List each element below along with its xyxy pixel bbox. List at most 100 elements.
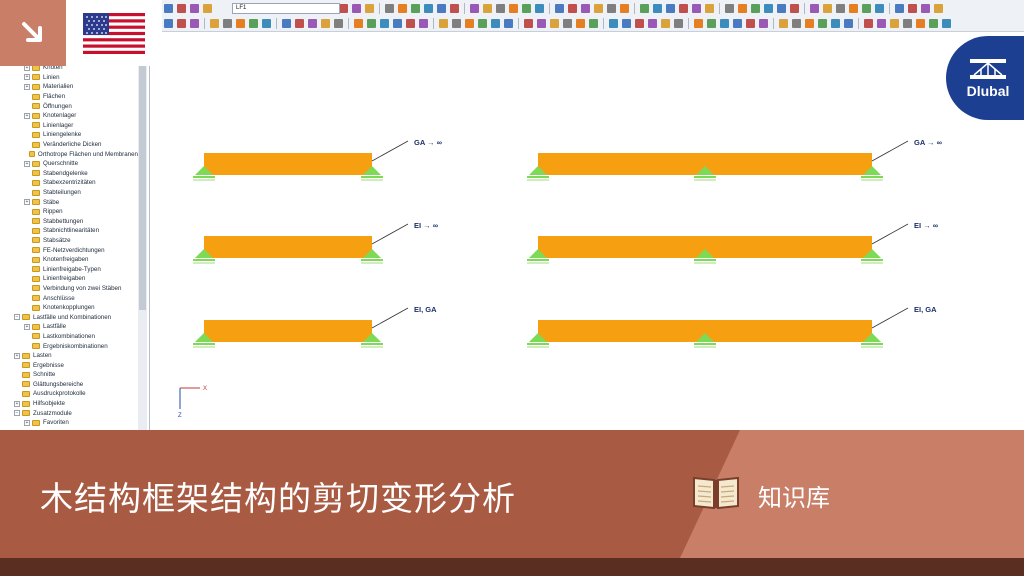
toolbar-button-icon[interactable] <box>496 4 505 13</box>
toolbar-button-icon[interactable] <box>733 19 742 28</box>
toolbar-button-icon[interactable] <box>620 4 629 13</box>
navigator-item[interactable]: Liniengelenke <box>0 130 138 140</box>
toolbar-button-icon[interactable] <box>524 19 533 28</box>
navigator-item[interactable]: FE-Netzverdichtungen <box>0 245 138 255</box>
navigator-item[interactable]: + Querschnitte <box>0 159 138 169</box>
toolbar-button-icon[interactable] <box>535 4 544 13</box>
toolbar-button-icon[interactable] <box>164 19 173 28</box>
navigator-item[interactable]: + Knotenlager <box>0 111 138 121</box>
tree-expander-icon[interactable]: + <box>24 323 30 330</box>
toolbar-button-icon[interactable] <box>929 19 938 28</box>
toolbar-button-icon[interactable] <box>177 19 186 28</box>
toolbar-button-icon[interactable] <box>550 19 559 28</box>
toolbar-button-icon[interactable] <box>694 19 703 28</box>
toolbar-button-icon[interactable] <box>890 19 899 28</box>
toolbar-button-icon[interactable] <box>738 4 747 13</box>
toolbar-button-icon[interactable] <box>895 4 904 13</box>
navigator-item[interactable]: Stabbettungen <box>0 217 138 227</box>
knowledge-base-label[interactable]: 知识库 <box>758 478 830 513</box>
toolbar-button-icon[interactable] <box>581 4 590 13</box>
navigator-item[interactable]: Knotenfreigaben <box>0 255 138 265</box>
toolbar-button-icon[interactable] <box>908 4 917 13</box>
navigator-item[interactable]: − Lastfälle und Kombinationen <box>0 312 138 322</box>
toolbar-button-icon[interactable] <box>622 19 631 28</box>
toolbar-button-icon[interactable] <box>849 4 858 13</box>
toolbar-button-icon[interactable] <box>568 4 577 13</box>
navigator-item[interactable]: Linienlager <box>0 121 138 131</box>
toolbar-button-icon[interactable] <box>725 4 734 13</box>
toolbar-button-icon[interactable] <box>844 19 853 28</box>
navigator-item[interactable]: Stabexzentrizitäten <box>0 178 138 188</box>
toolbar-button-icon[interactable] <box>321 19 330 28</box>
navigator-item[interactable]: + Favoriten <box>0 418 138 428</box>
toolbar-button-icon[interactable] <box>190 4 199 13</box>
toolbar-button-icon[interactable] <box>635 19 644 28</box>
tree-expander-icon[interactable]: + <box>24 160 30 167</box>
navigator-item[interactable]: Flächen <box>0 92 138 102</box>
toolbar-button-icon[interactable] <box>190 19 199 28</box>
toolbar-button-icon[interactable] <box>491 19 500 28</box>
toolbar-button-icon[interactable] <box>877 19 886 28</box>
navigator-item[interactable]: Öffnungen <box>0 101 138 111</box>
navigator-scroll-thumb[interactable] <box>139 60 146 310</box>
toolbar-button-icon[interactable] <box>522 4 531 13</box>
navigator-item[interactable]: Orthotrope Flächen und Membranen <box>0 149 138 159</box>
toolbar-button-icon[interactable] <box>666 4 675 13</box>
toolbar-button-icon[interactable] <box>648 19 657 28</box>
toolbar-button-icon[interactable] <box>555 4 564 13</box>
toolbar-button-icon[interactable] <box>393 19 402 28</box>
navigator-item[interactable]: + Stäbe <box>0 197 138 207</box>
navigator-item[interactable]: + Materialien <box>0 82 138 92</box>
toolbar-button-icon[interactable] <box>210 19 219 28</box>
tree-expander-icon[interactable]: + <box>24 74 30 81</box>
navigator-item[interactable]: Veränderliche Dicken <box>0 140 138 150</box>
tree-expander-icon[interactable]: + <box>24 419 30 426</box>
navigator-item[interactable]: Anschlüsse <box>0 293 138 303</box>
toolbar-button-icon[interactable] <box>653 4 662 13</box>
toolbar-button-icon[interactable] <box>836 4 845 13</box>
toolbar-button-icon[interactable] <box>707 19 716 28</box>
tree-expander-icon[interactable]: + <box>14 400 20 407</box>
navigator-item[interactable]: Lastkombinationen <box>0 332 138 342</box>
toolbar-button-icon[interactable] <box>862 4 871 13</box>
navigator-item[interactable]: Linienfreigabe-Typen <box>0 264 138 274</box>
toolbar-button-icon[interactable] <box>705 4 714 13</box>
navigator-item[interactable]: Rippen <box>0 207 138 217</box>
toolbar-button-icon[interactable] <box>164 4 173 13</box>
navigator-item[interactable]: Glättungsbereiche <box>0 380 138 390</box>
tree-expander-icon[interactable]: − <box>14 410 20 417</box>
toolbar-button-icon[interactable] <box>720 19 729 28</box>
toolbar-button-icon[interactable] <box>352 4 361 13</box>
toolbar-button-icon[interactable] <box>875 4 884 13</box>
navigator-item[interactable]: Stabsätze <box>0 236 138 246</box>
toolbar-button-icon[interactable] <box>609 19 618 28</box>
toolbar-button-icon[interactable] <box>465 19 474 28</box>
navigator-item[interactable]: Knotenkopplungen <box>0 303 138 313</box>
toolbar-button-icon[interactable] <box>864 19 873 28</box>
toolbar-button-icon[interactable] <box>470 4 479 13</box>
toolbar-button-icon[interactable] <box>764 4 773 13</box>
toolbar-button-icon[interactable] <box>942 19 951 28</box>
tree-expander-icon[interactable]: + <box>14 352 20 359</box>
navigator-item[interactable]: − Zusatzmodule <box>0 408 138 418</box>
tree-expander-icon[interactable]: + <box>24 199 30 206</box>
toolbar-button-icon[interactable] <box>805 19 814 28</box>
toolbar-button-icon[interactable] <box>674 19 683 28</box>
toolbar-button-icon[interactable] <box>790 4 799 13</box>
toolbar-button-icon[interactable] <box>385 4 394 13</box>
model-canvas[interactable]: GA → ∞ GA → ∞ EI → ∞ EI → ∞ EI, GA EI, GA X Z <box>152 33 1024 430</box>
navigator-item[interactable]: Stabnichtlinearitäten <box>0 226 138 236</box>
toolbar-button-icon[interactable] <box>236 19 245 28</box>
toolbar-button-icon[interactable] <box>450 4 459 13</box>
toolbar-button-icon[interactable] <box>810 4 819 13</box>
expand-arrow-badge[interactable] <box>0 0 66 66</box>
toolbar-button-icon[interactable] <box>934 4 943 13</box>
load-case-select[interactable]: LF1 <box>232 3 340 14</box>
navigator-item[interactable]: Linienfreigaben <box>0 274 138 284</box>
toolbar-button-icon[interactable] <box>203 4 212 13</box>
toolbar-button-icon[interactable] <box>509 4 518 13</box>
toolbar-button-icon[interactable] <box>576 19 585 28</box>
toolbar-button-icon[interactable] <box>751 4 760 13</box>
toolbar-button-icon[interactable] <box>779 19 788 28</box>
navigator-item[interactable]: Stabendgelenke <box>0 169 138 179</box>
